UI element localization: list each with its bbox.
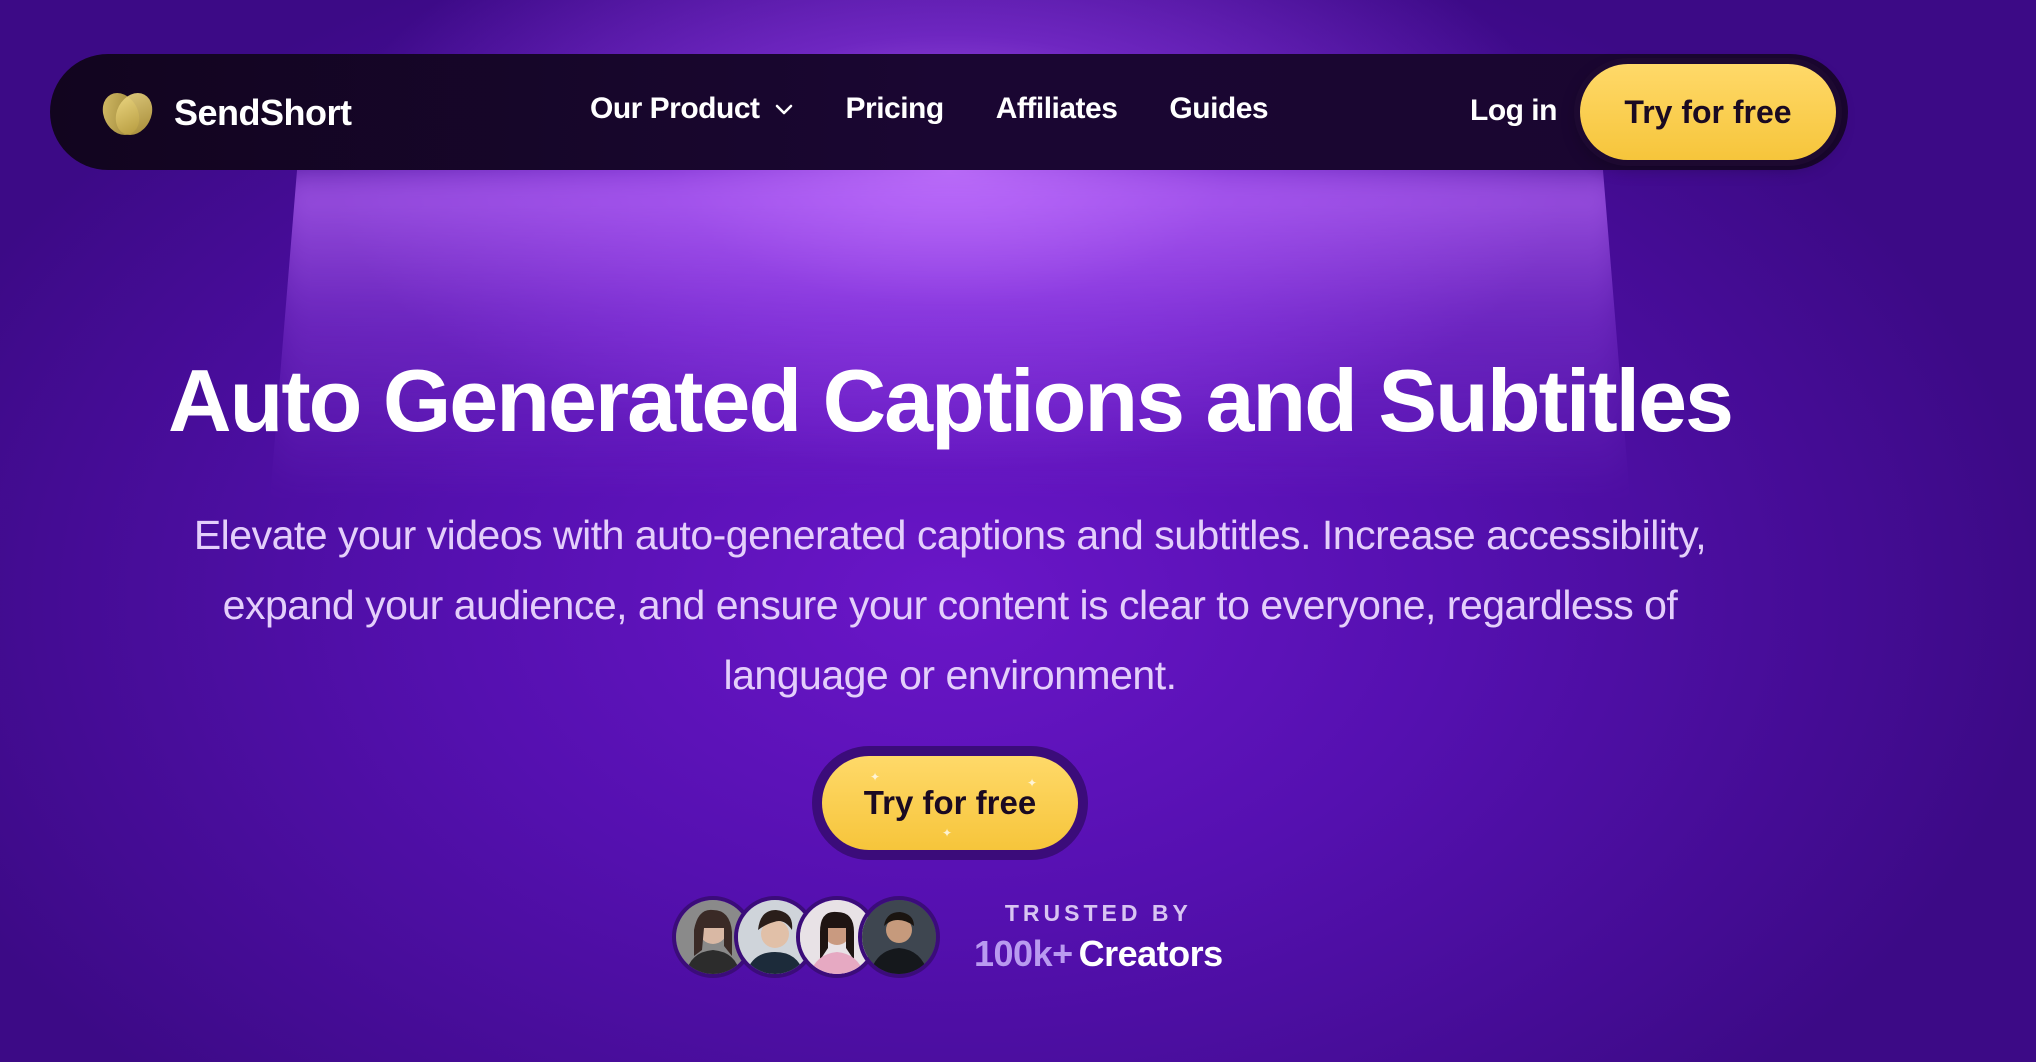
nav-links: Our Product Pricing Affiliates Guides [590, 92, 1320, 126]
sparkle-icon: ✦ [870, 770, 881, 784]
brand-logo-icon [102, 92, 153, 136]
sparkle-icon: ✦ [942, 826, 953, 840]
brand-name: SendShort [174, 92, 352, 133]
trust-section: TRUSTED BY 100k+ Creators [672, 896, 1223, 978]
nav-item-label: Pricing [845, 92, 945, 125]
nav-item-guides[interactable]: Guides [1169, 92, 1268, 126]
creator-avatars [672, 896, 940, 978]
nav-item-pricing[interactable]: Pricing [845, 92, 945, 126]
try-for-free-hero-button[interactable]: ✦ ✦ ✦ Try for free [822, 756, 1078, 850]
nav-item-label: Guides [1169, 92, 1269, 125]
avatar [858, 896, 940, 978]
chevron-down-icon [775, 104, 792, 115]
nav-item-label: Affiliates [995, 92, 1118, 125]
button-label: Try for free [1624, 93, 1792, 130]
nav-item-our-product[interactable]: Our Product [590, 92, 794, 126]
creators-count: 100k+ Creators [974, 933, 1223, 975]
trust-text: TRUSTED BY 100k+ Creators [974, 900, 1223, 975]
brand[interactable]: SendShort [100, 88, 352, 138]
cta-container: ✦ ✦ ✦ Try for free [812, 746, 1088, 860]
page-title: Auto Generated Captions and Subtitles [168, 351, 1734, 450]
button-label: Try for free [863, 784, 1037, 821]
try-for-free-nav-button[interactable]: Try for free [1580, 64, 1836, 160]
creators-label: Creators [1078, 932, 1224, 974]
creator-count: 100k+ [974, 932, 1073, 974]
nav-item-label: Our Product [590, 92, 760, 125]
trusted-by-label: TRUSTED BY [1004, 899, 1192, 926]
nav-item-affiliates[interactable]: Affiliates [996, 92, 1118, 126]
hero-subtitle: Elevate your videos with auto-generated … [193, 512, 1707, 698]
top-navbar: SendShort Our Product Pricing Affiliates… [50, 54, 1848, 170]
login-link[interactable]: Log in [1470, 94, 1557, 128]
sparkle-icon: ✦ [1027, 776, 1038, 790]
